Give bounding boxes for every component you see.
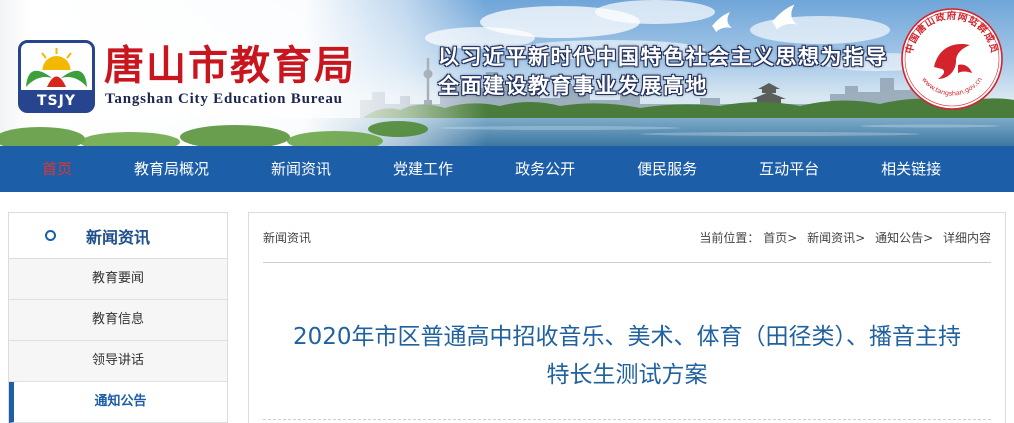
title-divider bbox=[263, 419, 991, 420]
logo-text: TSJY bbox=[37, 93, 76, 109]
nav-item-related-links[interactable]: 相关链接 bbox=[850, 146, 972, 192]
site-subtitle: Tangshan City Education Bureau bbox=[105, 91, 343, 107]
article-title-line-2: 特长生测试方案 bbox=[546, 362, 708, 388]
article-panel: 新闻资讯 当前位置： 首页> 新闻资讯> 通知公告> 详细内容 2020年市区普… bbox=[248, 212, 1006, 423]
nav-item-bureau-overview[interactable]: 教育局概况 bbox=[103, 146, 240, 192]
article-header-bar: 新闻资讯 当前位置： 首页> 新闻资讯> 通知公告> 详细内容 bbox=[263, 213, 991, 263]
gov-site-seal[interactable]: 中国唐山政府网站群成员 www.tangshan.gov.cn bbox=[900, 7, 1004, 111]
nav-item-home[interactable]: 首页 bbox=[11, 146, 103, 192]
sidebar-item-notices[interactable]: 通知公告 bbox=[9, 382, 227, 423]
site-title: 唐山市教育局 bbox=[104, 43, 356, 89]
section-label: 新闻资讯 bbox=[263, 231, 312, 245]
slogan-line-2: 全面建设教育事业发展高地 bbox=[438, 74, 708, 98]
bureau-logo[interactable]: TSJY bbox=[18, 40, 95, 113]
sidebar-item-leader-speeches[interactable]: 领导讲话 bbox=[9, 341, 227, 382]
page: TSJY 唐山市教育局 Tangshan City Education Bure… bbox=[0, 0, 1014, 423]
nav-item-party-building[interactable]: 党建工作 bbox=[362, 146, 484, 192]
circle-bullet-icon bbox=[45, 230, 56, 241]
sidebar-header: 新闻资讯 bbox=[9, 213, 227, 259]
breadcrumb-notices[interactable]: 通知公告 bbox=[875, 231, 923, 245]
sidebar-item-education-info[interactable]: 教育信息 bbox=[9, 300, 227, 341]
breadcrumb-separator: > bbox=[923, 231, 934, 245]
breadcrumb: 当前位置： 首页> 新闻资讯> 通知公告> 详细内容 bbox=[699, 229, 991, 246]
article-title-line-1: 2020年市区普通高中招收音乐、美术、体育（田径类）、播音主持 bbox=[292, 324, 962, 350]
breadcrumb-separator: > bbox=[855, 231, 866, 245]
slogan-line-1: 以习近平新时代中国特色社会主义思想为指导 bbox=[438, 45, 888, 69]
article-title: 2020年市区普通高中招收音乐、美术、体育（田径类）、播音主持 特长生测试方案 bbox=[249, 318, 1005, 394]
location-label: 当前位置： bbox=[699, 231, 760, 245]
breadcrumb-separator: > bbox=[787, 231, 798, 245]
nav-item-interaction[interactable]: 互动平台 bbox=[728, 146, 850, 192]
main-nav: 首页 教育局概况 新闻资讯 党建工作 政务公开 便民服务 互动平台 相关链接 bbox=[0, 146, 1014, 192]
nav-item-government-affairs[interactable]: 政务公开 bbox=[484, 146, 606, 192]
sidebar: 新闻资讯 教育要闻 教育信息 领导讲话 通知公告 bbox=[8, 212, 228, 423]
header-banner: TSJY 唐山市教育局 Tangshan City Education Bure… bbox=[0, 0, 1014, 146]
nav-item-news[interactable]: 新闻资讯 bbox=[240, 146, 362, 192]
sidebar-item-education-news[interactable]: 教育要闻 bbox=[9, 259, 227, 300]
nav-item-public-services[interactable]: 便民服务 bbox=[606, 146, 728, 192]
breadcrumb-news[interactable]: 新闻资讯 bbox=[807, 231, 855, 245]
breadcrumb-current: 详细内容 bbox=[942, 231, 991, 245]
breadcrumb-home[interactable]: 首页 bbox=[763, 231, 787, 245]
sidebar-title: 新闻资讯 bbox=[86, 227, 151, 247]
